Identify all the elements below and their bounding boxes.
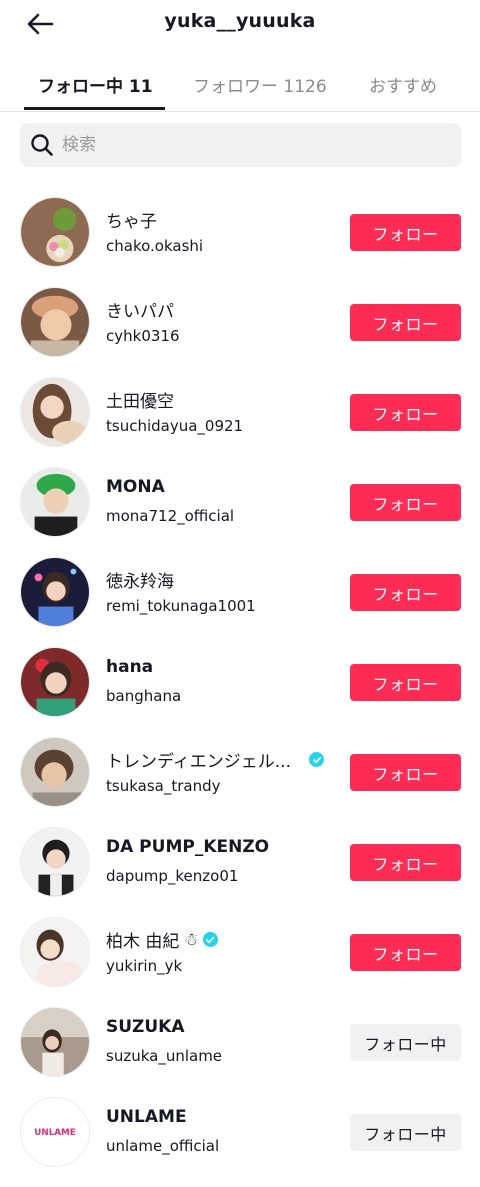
follow-button[interactable]: フォロー: [350, 934, 461, 971]
avatar[interactable]: [20, 917, 90, 987]
follow-button[interactable]: フォロー: [350, 484, 461, 521]
display-name: ちゃ子: [106, 212, 157, 232]
user-row[interactable]: MONA mona712_official フォロー: [0, 467, 480, 557]
user-row[interactable]: SUZUKA suzuka_unlame フォロー中: [0, 1007, 480, 1097]
user-row[interactable]: DA PUMP_KENZO dapump_kenzo01 フォロー: [0, 827, 480, 917]
display-name: きいパパ: [106, 302, 174, 322]
avatar[interactable]: [20, 197, 90, 267]
user-row[interactable]: きいパパ cyhk0316 フォロー: [0, 287, 480, 377]
unlame-logo: UNLAME: [34, 1128, 75, 1138]
username: tsuchidayua_0921: [106, 417, 244, 435]
search-icon: [31, 134, 53, 156]
avatar[interactable]: [20, 1007, 90, 1077]
user-row[interactable]: 柏木 由紀 ☃ yukirin_yk フォロー: [0, 917, 480, 1007]
follow-button[interactable]: フォロー: [350, 214, 461, 251]
display-name: MONA: [106, 477, 165, 497]
verified-badge-icon: [309, 752, 325, 767]
verified-badge-icon: [202, 932, 218, 947]
tab-recommended[interactable]: おすすめ: [369, 72, 437, 97]
user-row[interactable]: 土田優空 tsuchidayua_0921 フォロー: [0, 377, 480, 467]
avatar[interactable]: [20, 467, 90, 537]
follow-button[interactable]: フォロー: [350, 844, 461, 881]
display-name: DA PUMP_KENZO: [106, 837, 270, 857]
display-name: 柏木 由紀: [106, 932, 180, 952]
user-row[interactable]: ちゃ子 chako.okashi フォロー: [0, 197, 480, 287]
following-button[interactable]: フォロー中: [350, 1114, 461, 1151]
follow-button[interactable]: フォロー: [350, 394, 461, 431]
top-bar: yuka__yuuuka: [0, 0, 480, 48]
following-button[interactable]: フォロー中: [350, 1024, 461, 1061]
username: mona712_official: [106, 507, 235, 525]
avatar[interactable]: [20, 827, 90, 897]
search-bar[interactable]: [20, 123, 461, 167]
username: banghana: [106, 687, 182, 705]
username: dapump_kenzo01: [106, 867, 239, 885]
page-title: yuka__yuuuka: [164, 10, 316, 32]
username: chako.okashi: [106, 237, 204, 255]
avatar[interactable]: [20, 287, 90, 357]
username: remi_tokunaga1001: [106, 597, 256, 615]
user-row[interactable]: トレンディエンジェル... tsukasa_trandy フォロー: [0, 737, 480, 827]
follow-button[interactable]: フォロー: [350, 664, 461, 701]
avatar[interactable]: [20, 737, 90, 807]
display-name: トレンディエンジェル...: [106, 752, 292, 772]
display-name: UNLAME: [106, 1107, 187, 1127]
avatar[interactable]: [20, 557, 90, 627]
avatar[interactable]: [20, 377, 90, 447]
display-name: SUZUKA: [106, 1017, 185, 1037]
display-name: 土田優空: [106, 392, 174, 412]
search-input[interactable]: [62, 135, 442, 155]
follow-button[interactable]: フォロー: [350, 754, 461, 791]
follow-button[interactable]: フォロー: [350, 304, 461, 341]
tab-bar: フォロー中 11 フォロワー 1126 おすすめ: [0, 60, 480, 112]
user-row[interactable]: hana banghana フォロー: [0, 647, 480, 737]
snowman-emoji-icon: ☃: [183, 929, 199, 950]
username: yukirin_yk: [106, 957, 183, 975]
tab-followers[interactable]: フォロワー 1126: [193, 72, 327, 97]
avatar[interactable]: UNLAME: [20, 1097, 90, 1167]
display-name: hana: [106, 657, 154, 677]
display-name: 徳永羚海: [106, 572, 174, 592]
active-tab-indicator: [24, 107, 165, 110]
username: cyhk0316: [106, 327, 180, 345]
username: unlame_official: [106, 1137, 220, 1155]
username: tsukasa_trandy: [106, 777, 221, 795]
user-row[interactable]: UNLAME UNLAME unlame_official フォロー中: [0, 1097, 480, 1187]
follow-button[interactable]: フォロー: [350, 574, 461, 611]
username: suzuka_unlame: [106, 1047, 223, 1065]
tab-following[interactable]: フォロー中 11: [38, 72, 153, 97]
avatar[interactable]: [20, 647, 90, 717]
user-row[interactable]: 徳永羚海 remi_tokunaga1001 フォロー: [0, 557, 480, 647]
